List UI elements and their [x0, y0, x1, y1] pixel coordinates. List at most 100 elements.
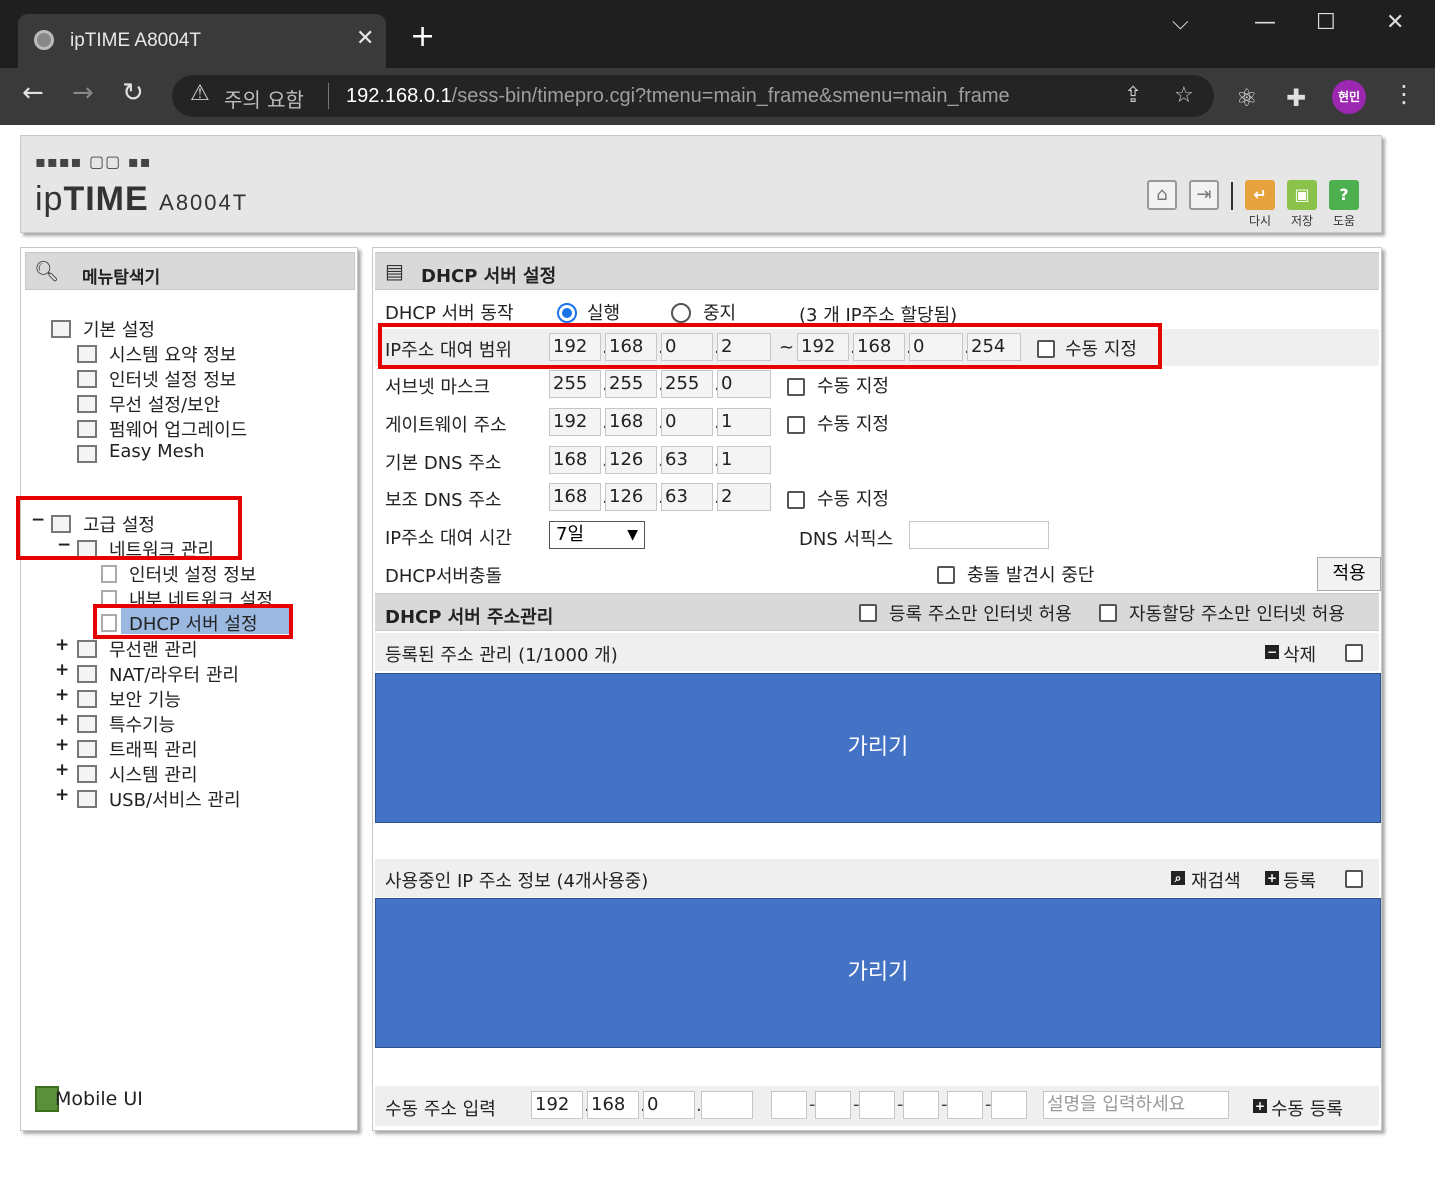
- tree-internet-info[interactable]: 인터넷 설정 정보: [109, 366, 236, 392]
- subnet-manual-label[interactable]: 수동 지정: [817, 372, 889, 398]
- description-input[interactable]: 설명을 입력하세요: [1043, 1091, 1229, 1119]
- subnet-octet-3[interactable]: 255: [661, 370, 713, 398]
- gateway-octet-3[interactable]: 0: [661, 408, 713, 436]
- bookmark-star-icon[interactable]: ☆: [1174, 83, 1194, 108]
- search-icon[interactable]: ⌕: [1171, 871, 1185, 885]
- gateway-octet-2[interactable]: 168: [605, 408, 657, 436]
- delete-button[interactable]: 삭제: [1283, 641, 1316, 667]
- minimize-button[interactable]: —: [1254, 10, 1276, 35]
- expand-icon[interactable]: +: [55, 760, 69, 780]
- lease-time-select[interactable]: 7일 ▼: [549, 521, 645, 549]
- only-auto-label[interactable]: 자동할당 주소만 인터넷 허용: [1129, 600, 1345, 626]
- tree-wlan-management[interactable]: 무선랜 관리: [109, 636, 198, 662]
- tree-nat-router[interactable]: NAT/라우터 관리: [109, 661, 239, 687]
- manual-ip-octet-1[interactable]: 192: [531, 1091, 583, 1119]
- tree-wireless-security[interactable]: 무선 설정/보안: [109, 391, 220, 417]
- minus-icon[interactable]: −: [1265, 645, 1279, 659]
- dns1-octet-4[interactable]: 1: [717, 446, 771, 474]
- dns1-octet-2[interactable]: 126: [605, 446, 657, 474]
- save-icon[interactable]: ▣: [1287, 180, 1317, 210]
- dns2-octet-4[interactable]: 2: [717, 483, 771, 511]
- subnet-octet-1[interactable]: 255: [549, 370, 601, 398]
- maximize-button[interactable]: ☐: [1316, 10, 1336, 35]
- dns1-octet-3[interactable]: 63: [661, 446, 713, 474]
- dns2-octet-3[interactable]: 63: [661, 483, 713, 511]
- help-icon[interactable]: ?: [1329, 180, 1359, 210]
- tree-usb-service[interactable]: USB/서비스 관리: [109, 786, 241, 812]
- rescan-button[interactable]: 재검색: [1191, 867, 1241, 893]
- save-label[interactable]: 저장: [1284, 212, 1320, 229]
- mac-octet-6[interactable]: [991, 1091, 1027, 1119]
- new-tab-button[interactable]: +: [410, 22, 435, 52]
- dns-suffix-input[interactable]: [909, 521, 1049, 549]
- subnet-manual-checkbox[interactable]: [787, 378, 805, 396]
- tree-system-summary[interactable]: 시스템 요약 정보: [109, 341, 236, 367]
- radio-run-label[interactable]: 실행: [587, 299, 620, 325]
- subnet-octet-4[interactable]: 0: [717, 370, 771, 398]
- address-bar[interactable]: ⚠ 주의 요함 192.168.0.1/sess-bin/timepro.cgi…: [172, 75, 1214, 117]
- home-icon[interactable]: ⌂: [1147, 180, 1177, 210]
- forward-arrow-icon[interactable]: →: [72, 78, 94, 108]
- subnet-octet-2[interactable]: 255: [605, 370, 657, 398]
- mac-octet-1[interactable]: [771, 1091, 807, 1119]
- tree-basic-settings[interactable]: 기본 설정: [83, 316, 155, 342]
- plus-icon[interactable]: +: [1253, 1099, 1267, 1113]
- profile-avatar[interactable]: 현민: [1332, 80, 1366, 114]
- mac-octet-5[interactable]: [947, 1091, 983, 1119]
- help-label[interactable]: 도움: [1326, 212, 1362, 229]
- conflict-stop-checkbox[interactable]: [937, 566, 955, 584]
- tree-system[interactable]: 시스템 관리: [109, 761, 198, 787]
- extensions-puzzle-icon[interactable]: ✚: [1286, 84, 1306, 112]
- select-all-inuse-checkbox[interactable]: [1345, 870, 1363, 888]
- window-close-button[interactable]: ✕: [1386, 10, 1404, 35]
- tree-easy-mesh[interactable]: Easy Mesh: [109, 441, 205, 462]
- mac-octet-2[interactable]: [815, 1091, 851, 1119]
- share-icon[interactable]: ⇪: [1124, 83, 1142, 108]
- gateway-manual-label[interactable]: 수동 지정: [817, 410, 889, 436]
- manual-ip-octet-2[interactable]: 168: [587, 1091, 639, 1119]
- mac-octet-3[interactable]: [859, 1091, 895, 1119]
- redo-icon[interactable]: ↵: [1245, 180, 1275, 210]
- tree-traffic[interactable]: 트래픽 관리: [109, 736, 198, 762]
- apply-button[interactable]: 적용: [1317, 557, 1381, 591]
- expand-icon[interactable]: +: [55, 660, 69, 680]
- tree-security[interactable]: 보안 기능: [109, 686, 181, 712]
- dns2-octet-2[interactable]: 126: [605, 483, 657, 511]
- tree-internet-setup[interactable]: 인터넷 설정 정보: [129, 561, 256, 587]
- redo-label[interactable]: 다시: [1242, 212, 1278, 229]
- react-extension-icon[interactable]: ⚛: [1236, 84, 1258, 112]
- gateway-octet-1[interactable]: 192: [549, 408, 601, 436]
- tab-close-icon[interactable]: ✕: [356, 26, 374, 51]
- dns1-octet-1[interactable]: 168: [549, 446, 601, 474]
- expand-icon[interactable]: +: [55, 735, 69, 755]
- reload-icon[interactable]: ↻: [122, 78, 144, 108]
- menu-dots-icon[interactable]: ⋮: [1392, 82, 1416, 106]
- warning-icon[interactable]: ⚠: [190, 81, 210, 106]
- logout-icon[interactable]: ⇥: [1189, 180, 1219, 210]
- only-registered-checkbox[interactable]: [859, 604, 877, 622]
- gateway-octet-4[interactable]: 1: [717, 408, 771, 436]
- tree-firmware-upgrade[interactable]: 펌웨어 업그레이드: [109, 416, 247, 442]
- back-arrow-icon[interactable]: ←: [22, 78, 44, 108]
- expand-icon[interactable]: +: [55, 635, 69, 655]
- radio-stop-label[interactable]: 중지: [703, 299, 736, 325]
- expand-icon[interactable]: +: [55, 785, 69, 805]
- select-all-registered-checkbox[interactable]: [1345, 644, 1363, 662]
- tab-search-icon[interactable]: ⌵: [1172, 10, 1189, 35]
- dns2-octet-1[interactable]: 168: [549, 483, 601, 511]
- tree-special[interactable]: 특수기능: [109, 711, 175, 737]
- radio-run[interactable]: [557, 303, 577, 323]
- gateway-manual-checkbox[interactable]: [787, 416, 805, 434]
- register-button[interactable]: 등록: [1283, 867, 1316, 893]
- only-auto-checkbox[interactable]: [1099, 604, 1117, 622]
- only-registered-label[interactable]: 등록 주소만 인터넷 허용: [889, 600, 1072, 626]
- url-text[interactable]: 192.168.0.1/sess-bin/timepro.cgi?tmenu=m…: [346, 85, 1010, 108]
- plus-icon[interactable]: +: [1265, 871, 1279, 885]
- browser-tab[interactable]: ipTIME A8004T ✕: [18, 14, 386, 68]
- radio-stop[interactable]: [671, 303, 691, 323]
- dns2-manual-label[interactable]: 수동 지정: [817, 485, 889, 511]
- manual-ip-octet-3[interactable]: 0: [643, 1091, 695, 1119]
- manual-register-button[interactable]: 수동 등록: [1271, 1095, 1343, 1121]
- security-warning-label[interactable]: 주의 요함: [224, 84, 304, 113]
- mac-octet-4[interactable]: [903, 1091, 939, 1119]
